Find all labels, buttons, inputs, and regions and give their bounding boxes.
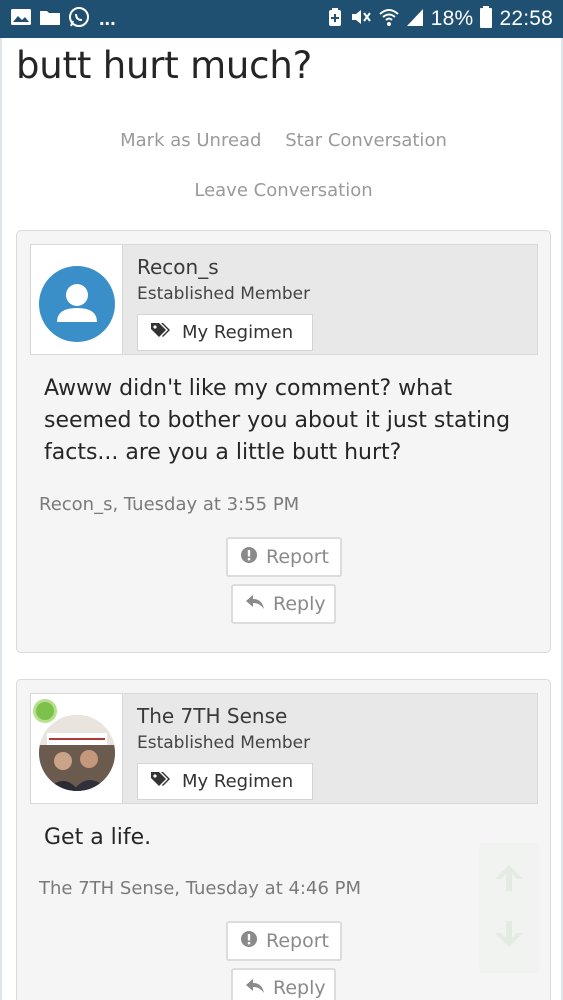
clock: 22:58 — [499, 7, 553, 30]
user-photo — [39, 715, 115, 791]
message-post: The 7TH Sense Established Member My Regi… — [16, 679, 551, 1000]
reply-label: Reply — [273, 593, 326, 615]
message-user-info: Recon_s Established Member My Regimen — [30, 244, 538, 355]
conversation-actions-row-2: Leave Conversation — [2, 180, 563, 201]
notification-overflow: ... — [99, 7, 116, 30]
message-meta[interactable]: The 7TH Sense, Tuesday at 4:46 PM — [39, 878, 361, 899]
my-regimen-label: My Regimen — [182, 322, 294, 343]
message-line: facts... are you a little butt hurt? — [44, 440, 402, 465]
star-conversation-link[interactable]: Star Conversation — [285, 130, 447, 151]
wifi-icon — [379, 7, 399, 32]
report-label: Report — [266, 930, 329, 952]
report-button[interactable]: Report — [226, 921, 342, 961]
reply-icon — [245, 977, 265, 999]
message-post: Recon_s Established Member My Regimen Aw… — [16, 230, 551, 653]
username[interactable]: Recon_s — [137, 255, 219, 279]
folder-icon — [39, 8, 61, 31]
arrow-down-icon[interactable] — [493, 919, 525, 951]
page-title: butt hurt much? — [16, 44, 313, 87]
conversation-page: butt hurt much? Mark as Unread Star Conv… — [0, 38, 563, 1000]
user-role: Established Member — [137, 733, 311, 753]
default-user-icon — [57, 284, 97, 322]
exclamation-circle-icon — [240, 930, 258, 953]
avatar-column — [31, 694, 123, 803]
tags-icon — [150, 771, 172, 792]
message-line: seemed to bother you about it just stati… — [44, 408, 511, 433]
image-icon — [10, 8, 32, 31]
message-body: Get a life. — [44, 822, 534, 854]
status-bar-right: 18% 22:58 — [327, 5, 553, 33]
status-bar: ... 18% 22:58 — [0, 0, 563, 38]
username[interactable]: The 7TH Sense — [137, 704, 287, 728]
avatar[interactable] — [39, 715, 115, 791]
battery-percent: 18% — [430, 7, 474, 30]
my-regimen-button[interactable]: My Regimen — [137, 314, 313, 351]
scroll-widget — [479, 843, 539, 973]
message-user-info: The 7TH Sense Established Member My Regi… — [30, 693, 538, 804]
user-role: Established Member — [137, 284, 311, 304]
message-line: Get a life. — [44, 825, 152, 850]
reply-label: Reply — [273, 977, 326, 999]
message-body: Awww didn't like my comment? what seemed… — [44, 373, 534, 469]
exclamation-circle-icon — [240, 546, 258, 569]
mark-as-unread-link[interactable]: Mark as Unread — [120, 130, 261, 151]
tags-icon — [150, 322, 172, 343]
my-regimen-label: My Regimen — [182, 771, 294, 792]
reply-button[interactable]: Reply — [231, 968, 336, 1000]
whatsapp-icon — [68, 6, 90, 33]
avatar-column — [31, 245, 123, 354]
reply-icon — [245, 593, 265, 615]
status-bar-left: ... — [10, 6, 116, 33]
mute-icon — [350, 7, 372, 32]
avatar[interactable] — [39, 266, 115, 342]
battery-saver-icon — [327, 7, 343, 32]
leave-conversation-link[interactable]: Leave Conversation — [194, 180, 372, 201]
message-line: Awww didn't like my comment? what — [44, 376, 453, 401]
message-meta[interactable]: Recon_s, Tuesday at 3:55 PM — [39, 494, 299, 515]
conversation-actions-row: Mark as Unread Star Conversation — [2, 130, 563, 151]
report-button[interactable]: Report — [226, 537, 342, 577]
battery-icon — [480, 5, 493, 33]
arrow-up-icon[interactable] — [493, 861, 525, 893]
reply-button[interactable]: Reply — [231, 584, 336, 624]
report-label: Report — [266, 546, 329, 568]
signal-icon — [406, 7, 424, 32]
online-status-icon — [33, 699, 57, 723]
my-regimen-button[interactable]: My Regimen — [137, 763, 313, 800]
